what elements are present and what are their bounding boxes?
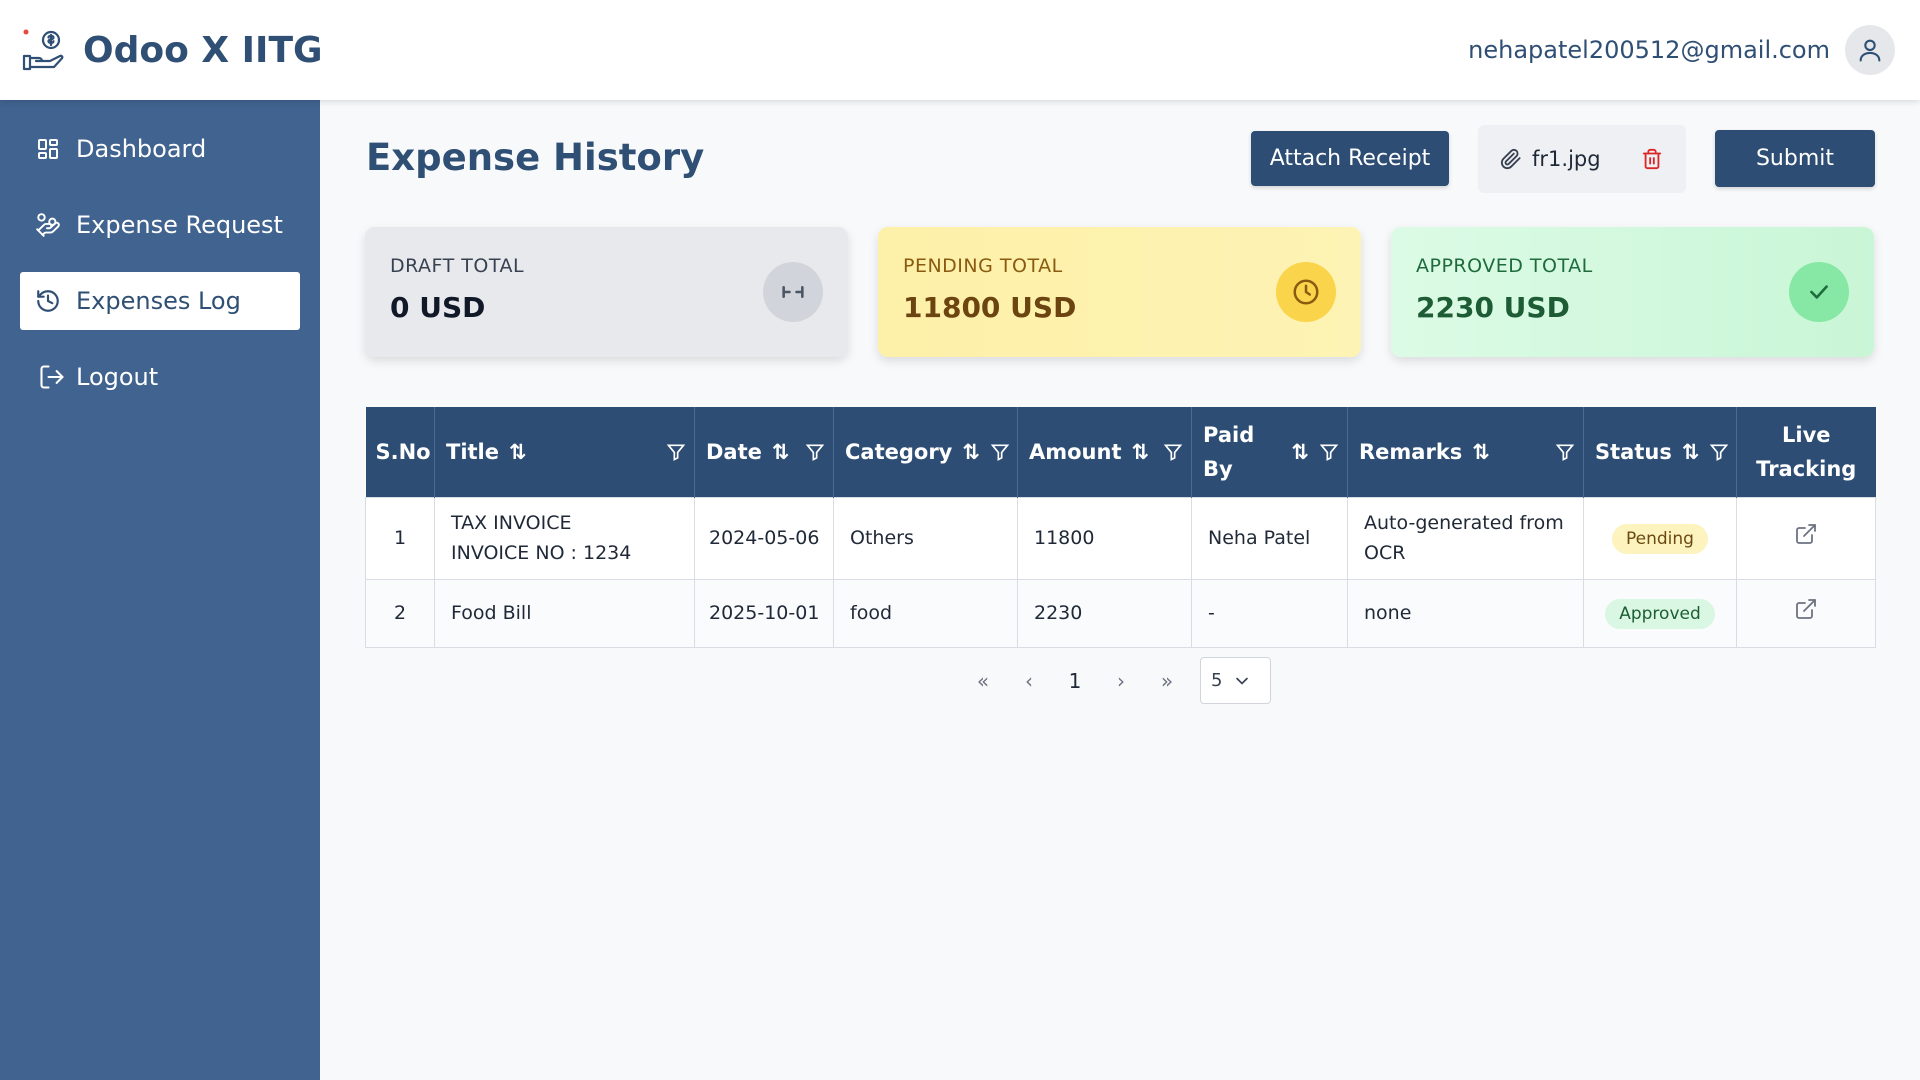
- header-paid-by[interactable]: Paid By ⇅: [1191, 407, 1348, 497]
- app-title: Odoo X IITG: [83, 29, 323, 71]
- dashboard-grid-icon: [34, 135, 62, 163]
- draft-total-card: DRAFT TOTAL 0 USD: [365, 227, 848, 357]
- external-link-icon[interactable]: [1794, 597, 1818, 621]
- cell-paid-by: -: [1191, 578, 1348, 648]
- submit-button[interactable]: Submit: [1715, 130, 1875, 187]
- pagination: « ‹ 1 › » 5: [960, 657, 1271, 704]
- header-date[interactable]: Date ⇅: [694, 407, 834, 497]
- sort-icon[interactable]: ⇅: [962, 440, 980, 464]
- sidebar-item-logout[interactable]: Logout: [20, 348, 300, 406]
- sidebar-item-label: Expenses Log: [76, 287, 241, 315]
- last-page-icon[interactable]: »: [1144, 669, 1190, 693]
- filter-icon[interactable]: [990, 442, 1010, 462]
- attached-file-name: fr1.jpg: [1532, 147, 1601, 171]
- cell-status: Approved: [1583, 578, 1737, 648]
- header-title[interactable]: Title ⇅: [434, 407, 695, 497]
- check-icon: [1789, 262, 1849, 322]
- cell-amount: 11800: [1017, 496, 1192, 580]
- status-badge: Pending: [1612, 523, 1708, 554]
- page-size-select[interactable]: 5: [1200, 657, 1271, 704]
- table-row[interactable]: 2 Food Bill 2025-10-01 food 2230 - none …: [365, 578, 1876, 648]
- page-size-value: 5: [1211, 670, 1223, 691]
- logout-icon: [38, 363, 66, 391]
- sidebar: Dashboard Expense Request Expenses Log L…: [0, 100, 320, 1080]
- cell-remarks: none: [1347, 578, 1584, 648]
- header-sno: S.No: [365, 407, 435, 497]
- page-title: Expense History: [366, 136, 705, 179]
- filter-icon[interactable]: [805, 442, 825, 462]
- approved-total-card: APPROVED TOTAL 2230 USD: [1391, 227, 1874, 357]
- hourglass-icon: [763, 262, 823, 322]
- hand-coin-logo-icon: [20, 26, 68, 74]
- current-page-number[interactable]: 1: [1052, 669, 1098, 693]
- trash-icon[interactable]: [1641, 148, 1663, 170]
- sidebar-item-expenses-log[interactable]: Expenses Log: [20, 272, 300, 330]
- expense-table: S.No Title ⇅ Date ⇅ Category ⇅ Amount ⇅ …: [365, 407, 1876, 648]
- cell-live-tracking: [1736, 496, 1876, 580]
- cell-amount: 2230: [1017, 578, 1192, 648]
- sidebar-item-label: Dashboard: [76, 135, 207, 163]
- next-page-icon[interactable]: ›: [1098, 669, 1144, 693]
- sidebar-item-dashboard[interactable]: Dashboard: [20, 120, 300, 178]
- cell-live-tracking: [1736, 578, 1876, 648]
- sort-icon[interactable]: ⇅: [1682, 440, 1700, 464]
- cell-date: 2024-05-06: [694, 496, 834, 580]
- main-content: Expense History Attach Receipt fr1.jpg S…: [320, 100, 1920, 1080]
- filter-icon[interactable]: [1163, 442, 1183, 462]
- external-link-icon[interactable]: [1794, 522, 1818, 546]
- cell-sno: 1: [365, 496, 435, 580]
- status-badge: Approved: [1605, 598, 1715, 629]
- header-status[interactable]: Status ⇅: [1583, 407, 1737, 497]
- table-row[interactable]: 1 TAX INVOICE INVOICE NO : 1234 2024-05-…: [365, 496, 1876, 580]
- header-category[interactable]: Category ⇅: [833, 407, 1018, 497]
- sidebar-item-expense-request[interactable]: Expense Request: [20, 196, 300, 254]
- attach-receipt-button[interactable]: Attach Receipt: [1251, 131, 1449, 186]
- pending-total-card: PENDING TOTAL 11800 USD: [878, 227, 1361, 357]
- cell-title: Food Bill: [434, 578, 695, 648]
- filter-icon[interactable]: [1555, 442, 1575, 462]
- cell-remarks: Auto-generated from OCR: [1347, 496, 1584, 580]
- header-amount[interactable]: Amount ⇅: [1017, 407, 1192, 497]
- user-icon: [1859, 39, 1881, 62]
- cell-status: Pending: [1583, 496, 1737, 580]
- filter-icon[interactable]: [1709, 442, 1729, 462]
- prev-page-icon[interactable]: ‹: [1006, 669, 1052, 693]
- sort-icon[interactable]: ⇅: [509, 440, 527, 464]
- table-header-row: S.No Title ⇅ Date ⇅ Category ⇅ Amount ⇅ …: [365, 407, 1876, 497]
- sidebar-item-label: Expense Request: [76, 211, 283, 239]
- hand-coins-icon: [34, 211, 62, 239]
- clock-icon: [1276, 262, 1336, 322]
- header-live-tracking: Live Tracking: [1736, 407, 1876, 497]
- top-header: Odoo X IITG nehapatel200512@gmail.com: [0, 0, 1920, 100]
- header-remarks[interactable]: Remarks ⇅: [1347, 407, 1584, 497]
- cell-category: Others: [833, 496, 1018, 580]
- cell-sno: 2: [365, 578, 435, 648]
- filter-icon[interactable]: [1319, 442, 1339, 462]
- sort-icon[interactable]: ⇅: [1472, 440, 1490, 464]
- sort-icon[interactable]: ⇅: [1291, 440, 1309, 464]
- cell-title: TAX INVOICE INVOICE NO : 1234: [434, 496, 695, 580]
- chevron-down-icon: [1232, 671, 1252, 691]
- cell-category: food: [833, 578, 1018, 648]
- sort-icon[interactable]: ⇅: [1132, 440, 1150, 464]
- user-email: nehapatel200512@gmail.com: [1468, 36, 1830, 64]
- history-icon: [34, 287, 62, 315]
- cell-paid-by: Neha Patel: [1191, 496, 1348, 580]
- user-avatar[interactable]: [1845, 25, 1895, 75]
- paperclip-icon: [1500, 148, 1522, 170]
- brand[interactable]: Odoo X IITG: [20, 26, 323, 74]
- cell-date: 2025-10-01: [694, 578, 834, 648]
- sort-icon[interactable]: ⇅: [772, 440, 790, 464]
- first-page-icon[interactable]: «: [960, 669, 1006, 693]
- filter-icon[interactable]: [666, 442, 686, 462]
- sidebar-item-label: Logout: [76, 363, 159, 391]
- attached-file-chip: fr1.jpg: [1478, 125, 1686, 193]
